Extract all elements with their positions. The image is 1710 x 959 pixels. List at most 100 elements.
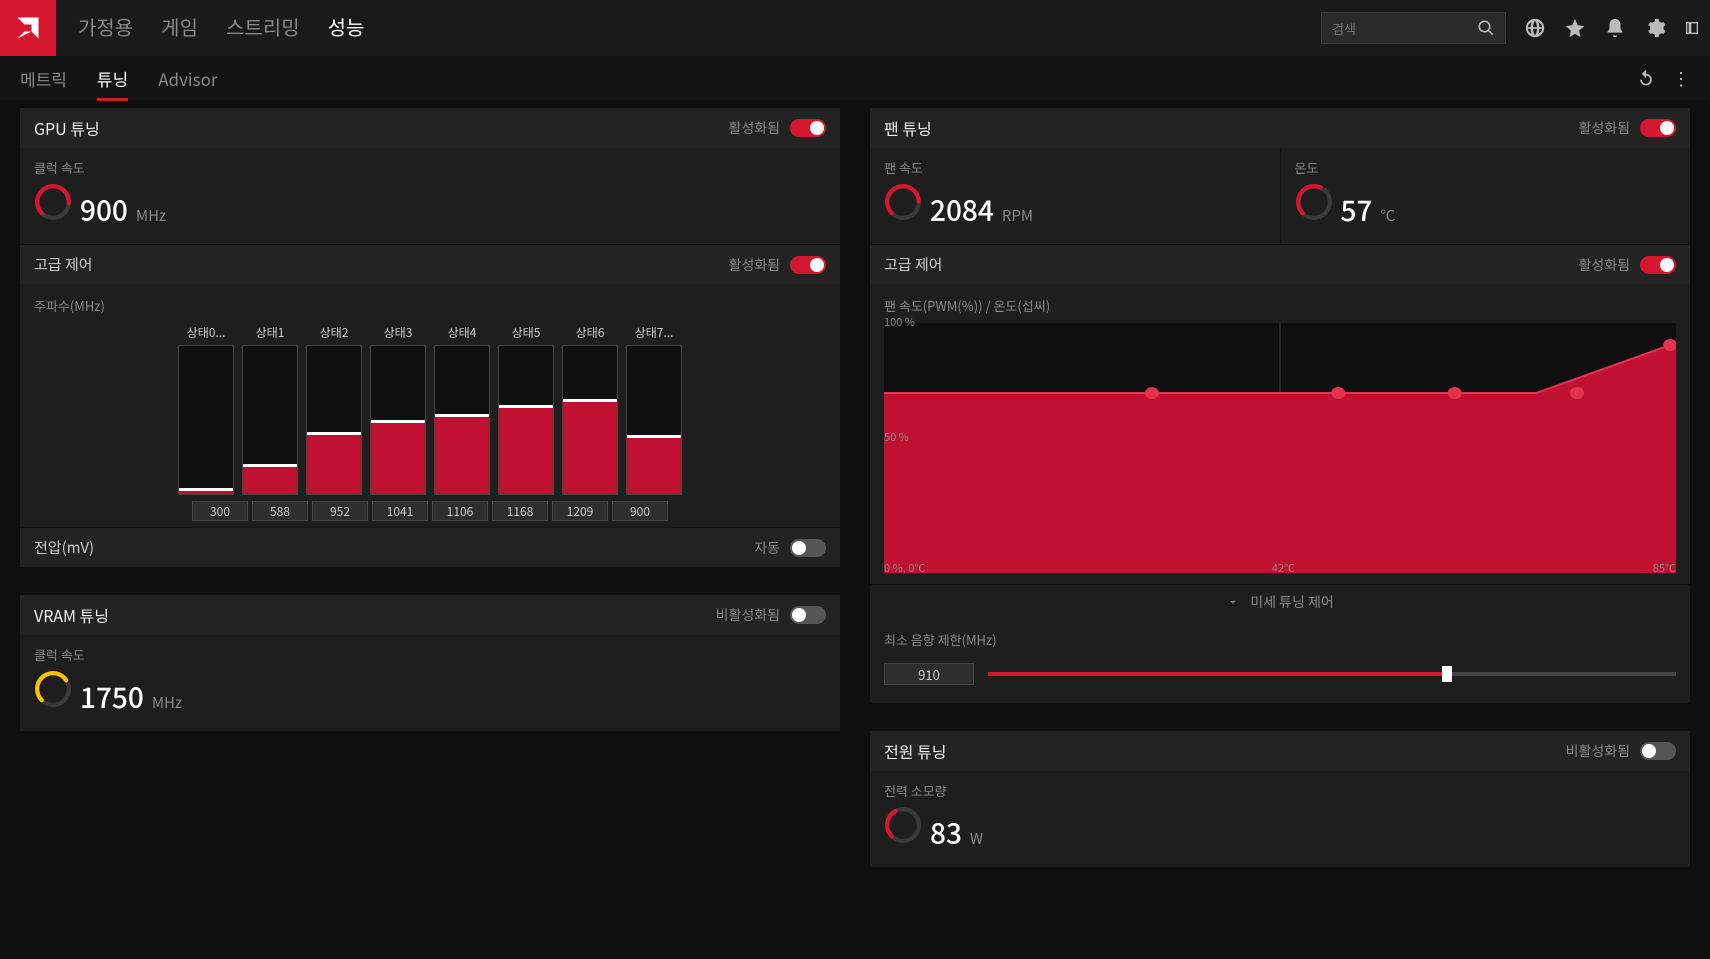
gpu-voltage-label: 전압(mV) xyxy=(34,537,94,558)
subtab-tuning[interactable]: 튜닝 xyxy=(97,66,128,91)
sub-bar: 메트릭 튜닝 Advisor ⋮ xyxy=(0,56,1710,100)
y-label-0: 0 %, 0℃ xyxy=(884,560,925,576)
freq-bar-label: 상태7... xyxy=(635,324,674,341)
vram-clock-label: 클럭 속도 xyxy=(34,645,826,664)
min-acoustic-slider[interactable] xyxy=(988,672,1676,676)
freq-bar-state-0[interactable]: 상태0... xyxy=(176,324,236,495)
subtab-advisor[interactable]: Advisor xyxy=(158,66,217,91)
min-acoustic-value[interactable]: 910 xyxy=(884,663,974,685)
fan-advanced-label: 고급 제어 xyxy=(884,254,943,275)
freq-bar-label: 상태2 xyxy=(320,324,349,341)
fan-speed-gauge-icon xyxy=(884,183,922,226)
fan-advanced-status: 활성화됨 xyxy=(1578,255,1630,275)
vram-clock-gauge-icon xyxy=(34,670,72,713)
freq-bar-value[interactable]: 952 xyxy=(312,501,368,521)
fan-curve-label: 팬 속도(PWM(%)) / 온도(섭씨) xyxy=(884,296,1676,315)
freq-bar-state-3[interactable]: 상태3 xyxy=(368,324,428,495)
y-label-50: 50 % xyxy=(884,429,909,445)
vram-clock-value: 1750 xyxy=(80,677,144,717)
panel-icon[interactable] xyxy=(1684,17,1700,39)
gpu-clock-label: 클럭 속도 xyxy=(34,158,826,177)
freq-bar-value[interactable]: 1209 xyxy=(552,501,608,521)
gpu-advanced-toggle[interactable] xyxy=(790,256,826,274)
tab-home[interactable]: 가정용 xyxy=(78,12,133,45)
fan-speed-unit: RPM xyxy=(1002,205,1033,226)
vram-tuning-status: 비활성화됨 xyxy=(716,605,780,625)
freq-bar-state-6[interactable]: 상태6 xyxy=(560,324,620,495)
star-icon[interactable] xyxy=(1564,17,1586,39)
freq-bar-state-2[interactable]: 상태2 xyxy=(304,324,364,495)
main-tabs: 가정용 게임 스트리밍 성능 xyxy=(78,12,364,45)
fan-speed-value: 2084 xyxy=(930,190,994,230)
chevron-down-icon xyxy=(1226,595,1240,609)
subtab-metrics[interactable]: 메트릭 xyxy=(20,66,67,91)
freq-bar-label: 상태3 xyxy=(384,324,413,341)
top-bar: 가정용 게임 스트리밍 성능 xyxy=(0,0,1710,56)
freq-bar-state-1[interactable]: 상태1 xyxy=(240,324,300,495)
fan-speed-label: 팬 속도 xyxy=(884,158,1266,177)
freq-bar-value[interactable]: 588 xyxy=(252,501,308,521)
gear-icon[interactable] xyxy=(1644,17,1666,39)
vram-tuning-title: VRAM 튜닝 xyxy=(34,603,109,627)
vram-tuning-toggle[interactable] xyxy=(790,606,826,624)
vram-clock-unit: MHz xyxy=(152,692,182,713)
power-unit: W xyxy=(970,828,983,849)
x-label-mid: 42℃ xyxy=(1272,560,1295,576)
freq-bar-state-7[interactable]: 상태7... xyxy=(624,324,684,495)
globe-icon[interactable] xyxy=(1524,17,1546,39)
freq-bar-state-5[interactable]: 상태5 xyxy=(496,324,556,495)
gpu-tuning-toggle[interactable] xyxy=(790,119,826,137)
freq-bar-value[interactable]: 1106 xyxy=(432,501,488,521)
gpu-freq-chart: 주파수(MHz) 상태0...상태1상태2상태3상태4상태5상태6상태7... … xyxy=(20,284,840,527)
temp-value: 57 xyxy=(1341,190,1373,230)
undo-icon[interactable] xyxy=(1636,68,1656,88)
power-gauge-icon xyxy=(884,806,922,849)
freq-bar-state-4[interactable]: 상태4 xyxy=(432,324,492,495)
fan-tuning-toggle[interactable] xyxy=(1640,119,1676,137)
vram-tuning-panel: VRAM 튜닝 비활성화됨 클럭 속도 1750 MHz xyxy=(20,595,840,731)
freq-bar-value[interactable]: 300 xyxy=(192,501,248,521)
fan-tuning-status: 활성화됨 xyxy=(1578,118,1630,138)
fine-tune-label: 미세 튜닝 제어 xyxy=(1250,592,1334,612)
gpu-voltage-status: 자동 xyxy=(754,538,780,558)
tab-streaming[interactable]: 스트리밍 xyxy=(226,12,300,45)
gpu-tuning-status: 활성화됨 xyxy=(728,118,780,138)
temp-label: 온도 xyxy=(1295,158,1677,177)
freq-bar-label: 상태6 xyxy=(576,324,605,341)
freq-bar-value[interactable]: 900 xyxy=(612,501,668,521)
gpu-clock-value: 900 xyxy=(80,190,128,230)
gpu-clock-gauge-icon xyxy=(34,183,72,226)
power-tuning-status: 비활성화됨 xyxy=(1566,741,1630,761)
freq-bar-label: 상태4 xyxy=(448,324,477,341)
amd-logo xyxy=(0,0,56,56)
more-menu-icon[interactable]: ⋮ xyxy=(1672,65,1690,91)
bell-icon[interactable] xyxy=(1604,17,1626,39)
gpu-voltage-toggle[interactable] xyxy=(790,539,826,557)
fan-tuning-title: 팬 튜닝 xyxy=(884,116,932,140)
power-tuning-title: 전원 튜닝 xyxy=(884,739,946,763)
gpu-advanced-status: 활성화됨 xyxy=(728,255,780,275)
freq-bar-label: 상태0... xyxy=(187,324,226,341)
min-acoustic-label: 최소 음향 제한(MHz) xyxy=(884,630,1676,649)
gpu-tuning-panel: GPU 튜닝 활성화됨 클럭 속도 900 MHz 고급 제어 활성화됨 주파수… xyxy=(20,108,840,567)
fan-advanced-toggle[interactable] xyxy=(1640,256,1676,274)
tab-performance[interactable]: 성능 xyxy=(328,12,365,45)
power-label: 전력 소모량 xyxy=(884,781,1676,800)
gpu-tuning-title: GPU 튜닝 xyxy=(34,116,100,140)
power-tuning-toggle[interactable] xyxy=(1640,742,1676,760)
temp-gauge-icon xyxy=(1295,183,1333,226)
fan-curve-chart[interactable]: 팬 속도(PWM(%)) / 온도(섭씨) 100 % 50 % 0 %, 0℃… xyxy=(870,284,1690,584)
temp-unit: ℃ xyxy=(1380,205,1395,226)
freq-bar-label: 상태1 xyxy=(256,324,285,341)
freq-bar-label: 상태5 xyxy=(512,324,541,341)
freq-bar-value[interactable]: 1041 xyxy=(372,501,428,521)
gpu-clock-unit: MHz xyxy=(136,205,166,226)
tab-gaming[interactable]: 게임 xyxy=(161,12,198,45)
search-icon[interactable] xyxy=(1477,17,1495,39)
power-tuning-panel: 전원 튜닝 비활성화됨 전력 소모량 83 W xyxy=(870,731,1690,867)
freq-bar-value[interactable]: 1168 xyxy=(492,501,548,521)
fan-tuning-panel: 팬 튜닝 활성화됨 팬 속도 2084 RPM 온도 xyxy=(870,108,1690,703)
search-box[interactable] xyxy=(1321,12,1506,44)
search-input[interactable] xyxy=(1332,19,1477,38)
fine-tune-expand[interactable]: 미세 튜닝 제어 xyxy=(870,584,1690,618)
